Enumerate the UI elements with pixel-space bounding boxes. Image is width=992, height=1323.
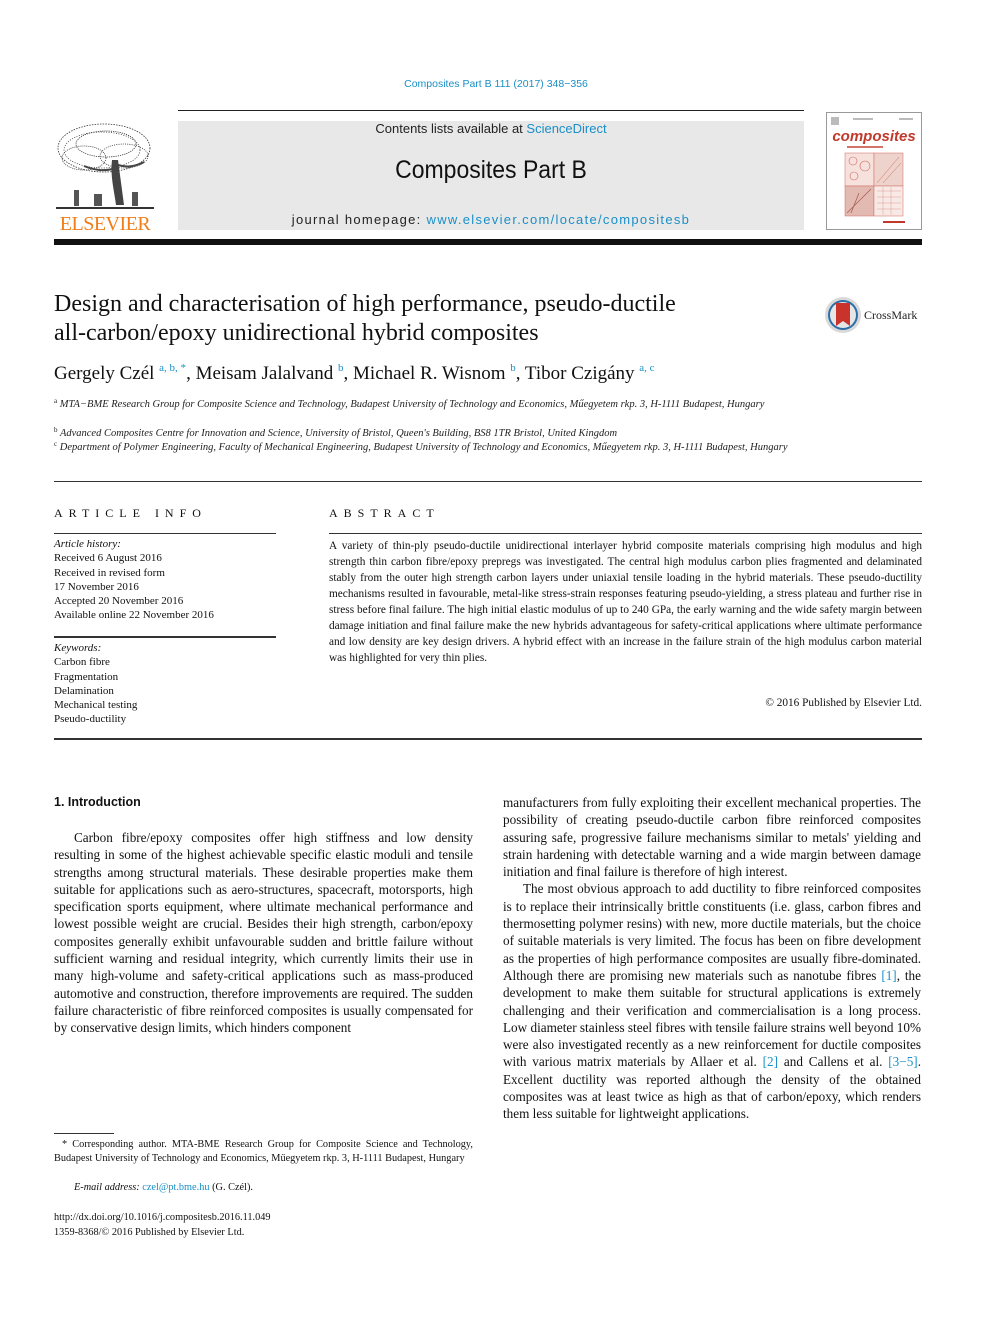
article-info-heading: ARTICLE INFO [54,506,207,520]
article-history: Article history: Received 6 August 2016 … [54,537,214,623]
author-affiliation-marker[interactable]: a, c [639,362,654,374]
doi-link[interactable]: http://dx.doi.org/10.1016/j.compositesb.… [54,1211,271,1225]
section-heading-introduction: 1. Introduction [54,795,141,809]
email-suffix: (G. Czél). [209,1182,253,1193]
history-item: Available online 22 November 2016 [54,609,214,622]
affiliation-key: b [54,426,58,434]
journal-homepage-line: journal homepage: www.elsevier.com/locat… [178,212,804,227]
paragraph-text: and Callens et al. [778,1054,889,1070]
crossmark-icon [825,297,861,333]
contents-available-line: Contents lists available at ScienceDirec… [178,121,804,136]
affiliation-c: c Department of Polymer Engineering, Fac… [54,437,814,456]
author-name[interactable]: Michael R. Wisnom [353,363,505,384]
keyword[interactable]: Delamination [54,684,137,698]
history-item: Accepted 20 November 2016 [54,595,184,608]
left-column: Carbon fibre/epoxy composites offer high… [54,829,473,1037]
masthead-banner: Contents lists available at ScienceDirec… [178,121,804,230]
abstract-heading: ABSTRACT [329,506,440,520]
journal-cover-thumbnail[interactable]: composites [826,112,922,230]
keywords: Keywords: Carbon fibre Fragmentation Del… [54,641,137,727]
history-item: Received in revised form [54,566,165,579]
author-list: Gergely Czél a, b, *, Meisam Jalalvand b… [54,362,655,385]
affiliation-key: c [54,440,58,448]
citation-link[interactable]: [1] [881,968,896,983]
author-name[interactable]: Gergely Czél [54,363,154,384]
article-history-label: Article history: [54,538,121,550]
sciencedirect-link[interactable]: ScienceDirect [526,121,606,136]
email-link[interactable]: czel@pt.bme.hu [142,1182,209,1193]
email-label: E-mail address: [74,1182,143,1193]
article-title-line-2: all-carbon/epoxy unidirectional hybrid c… [54,320,539,346]
author-separator: , [186,363,196,384]
article-info-rule [54,533,276,534]
journal-cover-image: composites [827,113,921,229]
affiliation-text: Department of Polymer Engineering, Facul… [59,442,788,453]
abstract-text: A variety of thin-ply pseudo-ductile uni… [329,540,922,664]
intro-paragraph-2: The most obvious approach to add ductili… [503,880,921,1122]
header-divider [54,481,922,482]
keyword[interactable]: Pseudo-ductility [54,712,137,726]
author-affiliation-marker[interactable]: a, b, * [159,362,186,374]
contents-prefix: Contents lists available at [375,121,527,136]
homepage-prefix: journal homepage: [291,212,427,227]
corresponding-author-footnote: * Corresponding author. MTA-BME Research… [54,1139,473,1165]
journal-homepage-link[interactable]: www.elsevier.com/locate/compositesb [427,212,691,227]
crossmark-badge[interactable]: CrossMark [824,296,924,336]
article-title: Design and characterisation of high perf… [54,290,794,348]
keyword[interactable]: Carbon fibre [54,655,137,669]
email-footnote: E-mail address: czel@pt.bme.hu (G. Czél)… [74,1181,253,1195]
affiliation-key: a [54,397,58,405]
citation-link[interactable]: [2] [763,1054,778,1069]
author-separator: , [343,363,354,384]
intro-paragraph-1-continued: manufacturers from fully exploiting thei… [503,795,921,880]
keyword[interactable]: Mechanical testing [54,698,137,712]
masthead-top-rule [178,110,804,111]
history-item: 17 November 2016 [54,580,139,593]
citation-link[interactable]: [3−5] [888,1054,917,1069]
elsevier-tree-icon [54,120,156,212]
masthead-bottom-rule [54,239,922,245]
author-name[interactable]: Meisam Jalalvand [196,363,334,384]
front-matter-bottom-rule [54,738,922,740]
journal-name: Composites Part B [395,156,587,184]
keywords-label: Keywords: [54,642,102,654]
keywords-rule [54,636,276,638]
paragraph-text: The most obvious approach to add ductili… [503,881,921,983]
elsevier-wordmark: ELSEVIER [59,213,151,235]
history-item: Received 6 August 2016 [54,552,162,565]
running-head-citation[interactable]: Composites Part B 111 (2017) 348−356 [0,78,992,90]
affiliation-a: a MTA−BME Research Group for Composite S… [54,394,814,413]
article-title-line-1: Design and characterisation of high perf… [54,291,676,317]
author-separator: , [515,363,525,384]
issn-copyright: 1359-8368/© 2016 Published by Elsevier L… [54,1227,245,1238]
footnote-rule [54,1133,114,1134]
abstract-rule [329,533,922,534]
keyword[interactable]: Fragmentation [54,670,137,684]
affiliation-text: MTA−BME Research Group for Composite Sci… [59,399,765,410]
cover-title: composites [832,128,915,145]
author-name[interactable]: Tibor Czigány [525,363,635,384]
right-column: manufacturers from fully exploiting thei… [503,794,921,1123]
intro-paragraph-1: Carbon fibre/epoxy composites offer high… [54,830,473,1036]
crossmark-label: CrossMark [864,308,918,322]
abstract-copyright: © 2016 Published by Elsevier Ltd. [765,697,922,709]
elsevier-logo[interactable]: ELSEVIER [54,120,156,235]
